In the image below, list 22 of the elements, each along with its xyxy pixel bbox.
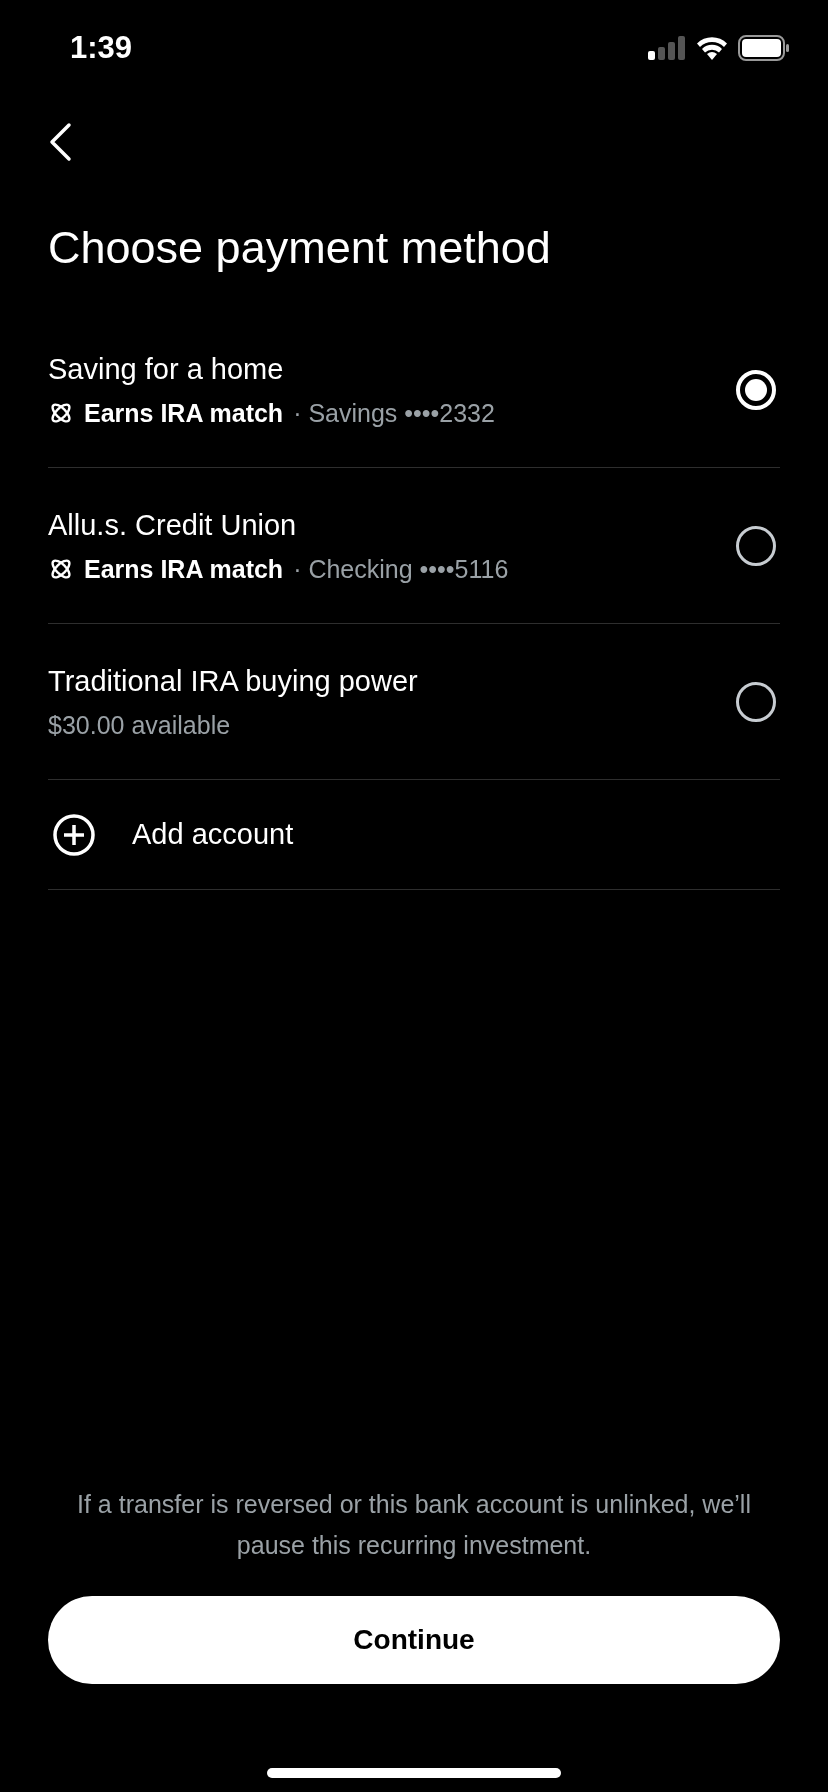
battery-icon	[738, 35, 790, 61]
account-name: Saving for a home	[48, 351, 285, 387]
account-option[interactable]: Allu.s. Credit Union Earns IRA match · Checking ••••5116	[48, 468, 780, 624]
account-name: Allu.s. Credit Union	[48, 507, 298, 543]
plus-circle-icon	[52, 812, 96, 857]
page-title: Choose payment method	[48, 221, 552, 275]
signal-icon	[648, 36, 686, 60]
status-time: 1:39	[70, 28, 133, 67]
match-label: Earns IRA match	[84, 397, 284, 429]
add-account-button[interactable]: Add account	[48, 780, 780, 890]
account-detail: · Savings ••••2332	[293, 397, 495, 429]
account-option[interactable]: Saving for a home Earns IRA match · Savings ••••2332	[48, 312, 780, 468]
radio-button[interactable]	[736, 525, 776, 566]
account-detail: · Checking ••••5116	[293, 553, 509, 585]
account-name: Traditional IRA buying power	[48, 663, 418, 699]
radio-button[interactable]	[736, 681, 776, 722]
wifi-icon	[696, 36, 728, 60]
footer-note: If a transfer is reversed or this bank account is unlinked, we’ll pause this recurring investment.	[76, 1489, 752, 1561]
match-label: Earns IRA match	[84, 553, 284, 585]
account-option[interactable]: Traditional IRA buying power $30.00 available	[48, 624, 780, 780]
account-detail: $30.00 available	[48, 709, 232, 741]
continue-button[interactable]: Continue	[48, 1596, 780, 1684]
